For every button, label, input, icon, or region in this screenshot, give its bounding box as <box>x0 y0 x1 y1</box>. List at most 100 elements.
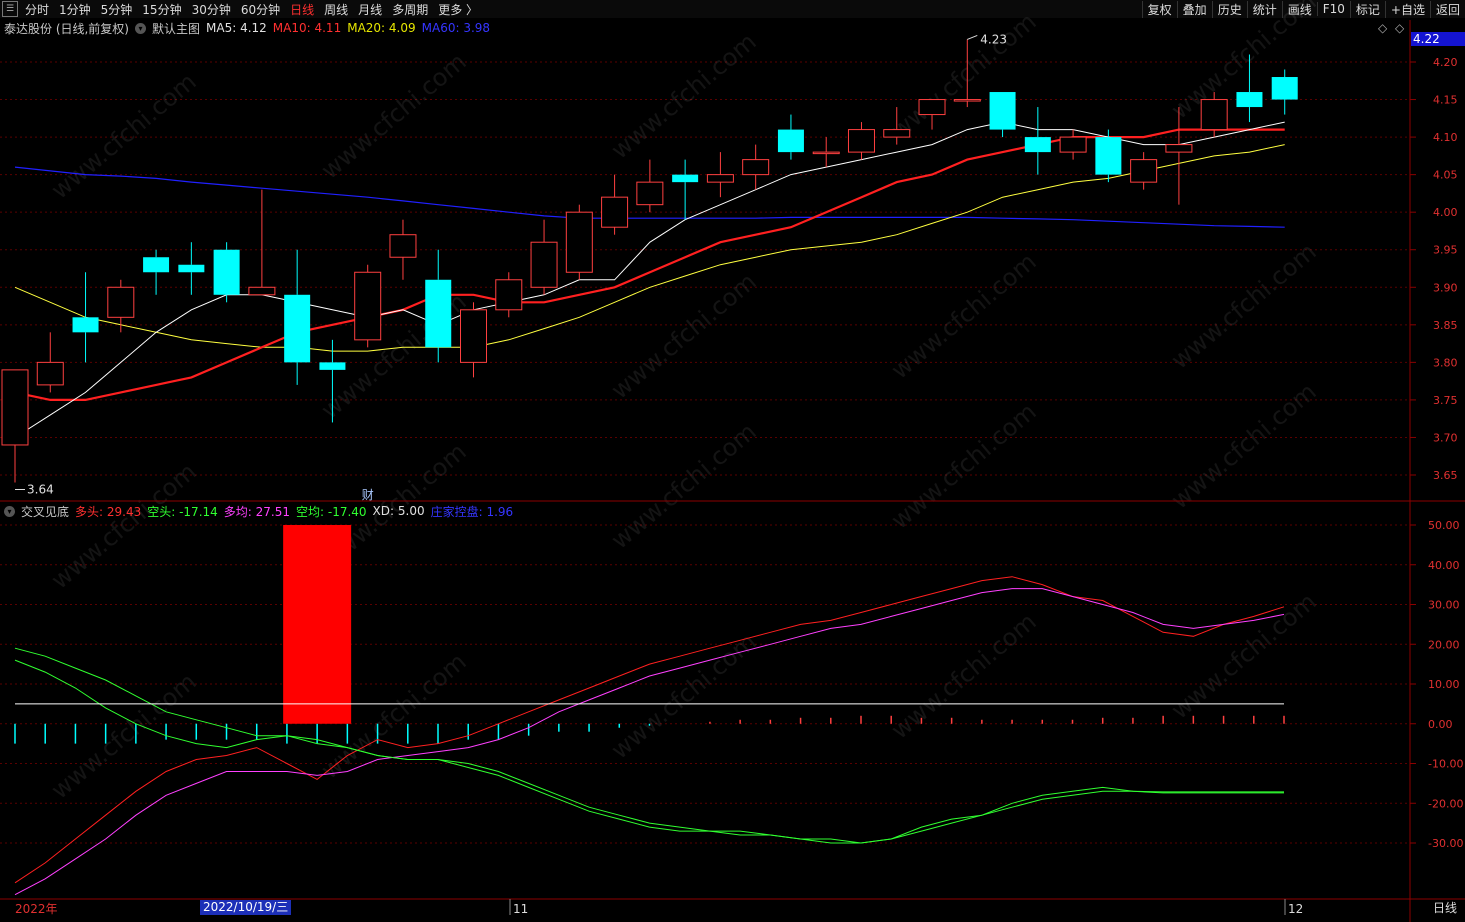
current-price-box: 4.22 <box>1411 32 1465 46</box>
candle-body <box>213 249 240 295</box>
candle <box>72 272 99 363</box>
stock-name[interactable]: 泰达股份 (日线,前复权) <box>4 20 129 37</box>
main-legend: 泰达股份 (日线,前复权) ▾ 默认主图 MA5: 4.12 MA10: 4.1… <box>4 20 496 36</box>
watermark-text: www.cfchi.com <box>886 397 1042 534</box>
y-tick-label: 50.00 <box>1428 519 1460 532</box>
candle <box>143 249 170 295</box>
candle-body <box>389 234 417 258</box>
indicator-legend: ▾ 交叉见底 多头: 29.43 空头: -17.14 多均: 27.51 空均… <box>4 503 519 519</box>
dropdown-icon[interactable]: ▾ <box>135 22 146 34</box>
candle-body <box>1059 136 1087 153</box>
candle-body <box>918 99 946 116</box>
candle <box>1095 129 1122 183</box>
candle-body <box>601 196 629 228</box>
x-label-year: 2022年 <box>15 902 58 916</box>
y-tick-label: 0.00 <box>1428 718 1453 731</box>
watermark-text: www.cfchi.com <box>1166 237 1322 374</box>
ma5-label: MA5: 4.12 <box>206 21 267 35</box>
candle-body <box>847 129 875 153</box>
ma60-label: MA60: 3.98 <box>421 21 491 35</box>
candle-body <box>636 181 664 206</box>
candle-body <box>425 279 452 348</box>
candle <box>812 137 840 168</box>
candle-body <box>1130 159 1158 183</box>
watermark-text: www.cfchi.com <box>886 607 1042 744</box>
candle-body <box>1024 137 1051 153</box>
candle <box>530 219 558 295</box>
y-tick-label: 4.05 <box>1433 169 1458 182</box>
high-label: 4.23 <box>980 32 1007 46</box>
candle-body <box>36 361 64 386</box>
candle <box>1024 107 1051 175</box>
diamond-left-icon[interactable]: ◇ <box>1378 21 1387 35</box>
y-tick-label: 3.95 <box>1433 244 1458 257</box>
candle-body <box>672 174 699 183</box>
signal-bar <box>283 525 352 724</box>
watermark-text: www.cfchi.com <box>886 247 1042 384</box>
candle <box>1 369 29 483</box>
candle <box>706 152 734 198</box>
candle-body <box>1095 137 1122 175</box>
y-tick-label: -10.00 <box>1428 758 1463 771</box>
ma10-label: MA10: 4.11 <box>272 21 342 35</box>
candle <box>248 189 276 296</box>
candle-body <box>107 286 135 318</box>
xd-label: XD: 5.00 <box>372 504 425 518</box>
candle <box>1165 107 1193 205</box>
indicator-line-4 <box>14 647 1284 844</box>
candle <box>1271 69 1298 115</box>
candle-body <box>883 129 911 138</box>
indicator-dropdown-icon[interactable]: ▾ <box>4 505 15 517</box>
duotou-label: 多头: 29.43 <box>75 504 142 519</box>
candle-body <box>1 369 29 446</box>
candle <box>742 144 770 190</box>
cursor-date: 2022/10/19/三 <box>200 900 292 915</box>
candle <box>284 249 311 385</box>
watermark-text: www.cfchi.com <box>886 7 1042 144</box>
candle <box>389 219 417 280</box>
candle-body <box>354 271 382 341</box>
high-pointer <box>967 35 978 40</box>
y-tick-label: 30.00 <box>1428 599 1460 612</box>
indicator-name[interactable]: 交叉见底 <box>21 503 69 520</box>
candle-body <box>812 151 840 155</box>
period-button[interactable]: 日线 <box>1433 900 1457 916</box>
candle-body <box>319 362 346 370</box>
y-tick-label: 4.10 <box>1433 131 1458 144</box>
low-label: 3.64 <box>27 483 54 497</box>
diamond-right-icon[interactable]: ◇ <box>1395 21 1404 35</box>
candle-body <box>989 92 1016 130</box>
watermark-text: www.cfchi.com <box>46 67 202 204</box>
candle-body <box>530 241 558 288</box>
duojun-label: 多均: 27.51 <box>223 504 290 519</box>
candle <box>213 242 240 303</box>
panel-frames <box>0 20 1465 922</box>
candle <box>354 264 382 348</box>
main-y-axis: 3.65 3.70 3.75 3.80 3.85 3.90 3.95 4.00 4.05 4.10… <box>1410 56 1458 482</box>
y-tick-label: 20.00 <box>1428 638 1460 651</box>
candle <box>672 159 699 220</box>
candle-body <box>1236 92 1263 108</box>
template-name[interactable]: 默认主图 <box>152 20 200 37</box>
candle <box>1059 129 1087 160</box>
candle-body <box>1165 144 1193 153</box>
candle-body <box>742 159 770 176</box>
y-tick-label: 3.90 <box>1433 281 1458 294</box>
candle-body <box>565 211 593 273</box>
y-tick-label: -20.00 <box>1428 797 1463 810</box>
y-tick-label: 4.15 <box>1433 94 1458 107</box>
watermark-text: www.cfchi.com <box>606 267 762 404</box>
candle-body <box>248 286 276 296</box>
watermark-text: www.cfchi.com <box>606 417 762 554</box>
candle <box>495 272 523 318</box>
candle <box>601 174 629 235</box>
y-tick-label: 3.85 <box>1433 319 1458 332</box>
x-label-12: 12 <box>1288 902 1303 916</box>
candle-body <box>143 257 170 273</box>
candle <box>989 92 1016 138</box>
cai-marker: 财 <box>362 488 374 502</box>
x-label-11: 11 <box>513 902 528 916</box>
candle <box>36 332 64 393</box>
chart-canvas[interactable]: www.cfchi.com www.cfchi.com www.cfchi.com w… <box>0 0 1465 922</box>
ma20-label: MA20: 4.09 <box>347 21 416 35</box>
